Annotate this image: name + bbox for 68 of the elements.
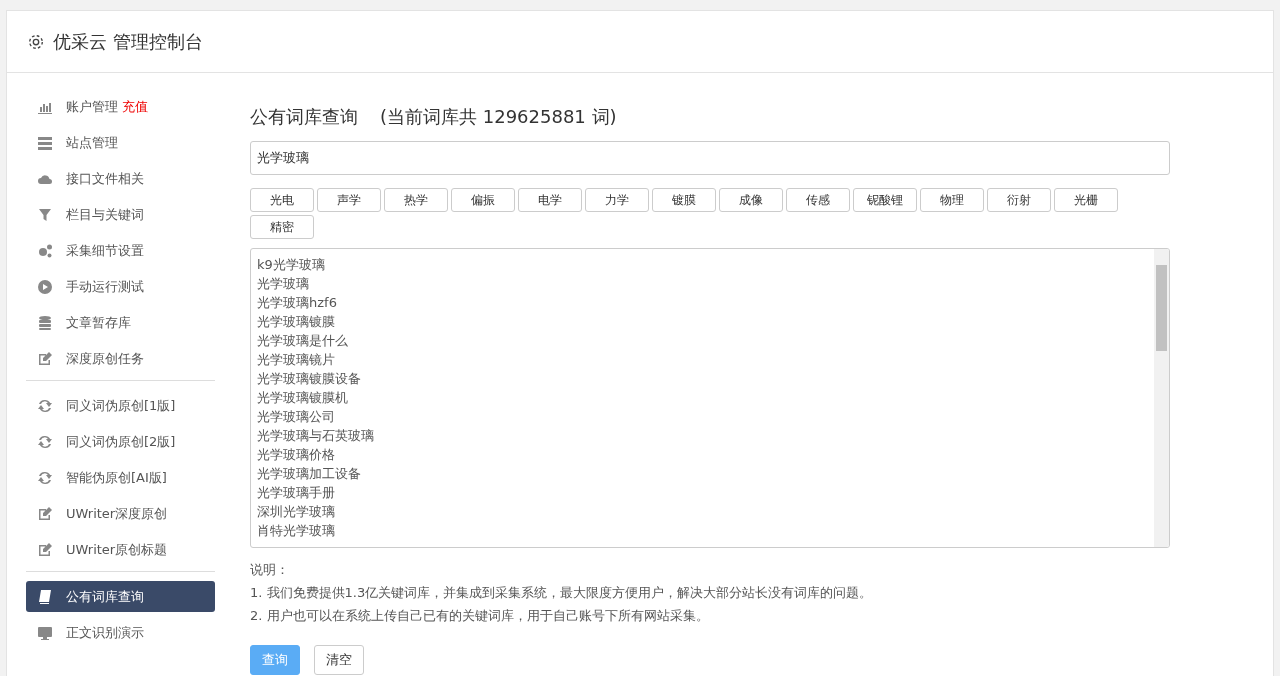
keyword-tag-button[interactable]: 物理	[920, 188, 984, 212]
result-item[interactable]: 光学玻璃镜片	[257, 350, 1148, 369]
settings-icon	[27, 32, 45, 51]
book-icon	[37, 588, 53, 605]
result-item[interactable]: 光学玻璃公司	[257, 407, 1148, 426]
edit-icon	[37, 541, 53, 558]
monitor-icon	[37, 624, 53, 641]
sidebar-item[interactable]: 文章暂存库	[26, 307, 215, 338]
result-item[interactable]: 光学玻璃与石英玻璃	[257, 426, 1148, 445]
recharge-link[interactable]: 充值	[122, 97, 148, 116]
play-icon	[37, 278, 53, 295]
notes-heading: 说明：	[250, 561, 290, 579]
refresh-icon	[37, 469, 53, 486]
search-field[interactable]: 光学玻璃	[250, 141, 1170, 175]
keyword-tag-button[interactable]: 精密	[250, 215, 314, 239]
result-item[interactable]: 光学玻璃价格	[257, 445, 1148, 464]
result-item[interactable]: 光学玻璃镀膜	[257, 312, 1148, 331]
sidebar-item[interactable]: 采集细节设置	[26, 235, 215, 266]
sidebar-item[interactable]: 站点管理	[26, 127, 215, 158]
scrollbar[interactable]	[1154, 249, 1169, 547]
result-item[interactable]: 光学玻璃是什么	[257, 331, 1148, 350]
clear-button[interactable]: 清空	[314, 645, 364, 675]
result-item[interactable]: 光学玻璃	[257, 274, 1148, 293]
sidebar-item[interactable]: 接口文件相关	[26, 163, 215, 194]
refresh-icon	[37, 433, 53, 450]
edit-icon	[37, 350, 53, 367]
sidebar-item[interactable]: 账户管理 充值	[26, 91, 215, 122]
database-icon	[37, 314, 53, 331]
result-item[interactable]: 光学玻璃加工设备	[257, 464, 1148, 483]
sidebar-item[interactable]: 手动运行测试	[26, 271, 215, 302]
sidebar-item[interactable]: 智能伪原创[AI版]	[26, 462, 215, 493]
result-item[interactable]: 光学玻璃镀膜设备	[257, 369, 1148, 388]
keyword-tag-button[interactable]: 成像	[719, 188, 783, 212]
sidebar-item[interactable]: 栏目与关键词	[26, 199, 215, 230]
keyword-tag-button[interactable]: 镀膜	[652, 188, 716, 212]
result-item[interactable]: 深圳光学玻璃	[257, 502, 1148, 521]
edit-icon	[37, 505, 53, 522]
result-item[interactable]: 光学玻璃手册	[257, 483, 1148, 502]
note-text: 2. 用户也可以在系统上传自己已有的关键词库，用于自己账号下所有网站采集。	[250, 607, 710, 625]
console-title: 优采云 管理控制台	[53, 29, 203, 54]
refresh-icon	[37, 397, 53, 414]
keyword-tag-button[interactable]: 光电	[250, 188, 314, 212]
result-item[interactable]: 光学玻璃hzf6	[257, 293, 1148, 312]
sidebar-item[interactable]: 同义词伪原创[1版]	[26, 390, 215, 421]
keyword-tag-button[interactable]: 电学	[518, 188, 582, 212]
results-list[interactable]: k9光学玻璃 光学玻璃 光学玻璃hzf6 光学玻璃镀膜 光学玻璃是什么 光学玻璃镜片 光学玻璃镀膜设备 光学玻璃镀膜机 光学玻璃公司 光学玻璃与石英玻璃 光学玻璃价格 光学玻璃加工设备 光学玻璃手册 深圳光学玻璃 肖特光学玻璃	[250, 248, 1170, 548]
keyword-tag-button[interactable]: 衍射	[987, 188, 1051, 212]
result-item[interactable]: 肖特光学玻璃	[257, 521, 1148, 540]
note-text: 1. 我们免费提供1.3亿关键词库，并集成到采集系统，最大限度方便用户，解决大部分站长没有词库的问题。	[250, 584, 874, 602]
keyword-tag-button[interactable]: 铌酸锂	[853, 188, 917, 212]
filter-icon	[37, 206, 53, 223]
keyword-tag-button[interactable]: 光栅	[1054, 188, 1118, 212]
keyword-tag-button[interactable]: 传感	[786, 188, 850, 212]
sidebar-item[interactable]: 正文识别演示	[26, 617, 215, 648]
word-count-text: (当前词库共 129625881 词)	[380, 105, 617, 129]
sidebar-item[interactable]: 公有词库查询	[26, 581, 215, 612]
keyword-tag-button[interactable]: 声学	[317, 188, 381, 212]
result-item[interactable]: k9光学玻璃	[257, 255, 1148, 274]
keyword-tag-button[interactable]: 偏振	[451, 188, 515, 212]
keyword-tag-button[interactable]: 力学	[585, 188, 649, 212]
result-item[interactable]: 光学玻璃镀膜机	[257, 388, 1148, 407]
sidebar-item[interactable]: UWriter原创标题	[26, 534, 215, 565]
server-icon	[37, 134, 53, 151]
sidebar-item[interactable]: 深度原创任务	[26, 343, 215, 374]
sidebar-item[interactable]: UWriter深度原创	[26, 498, 215, 529]
page-heading: 公有词库查询	[250, 105, 358, 129]
sidebar-item[interactable]: 同义词伪原创[2版]	[26, 426, 215, 457]
keyword-tag-button[interactable]: 热学	[384, 188, 448, 212]
